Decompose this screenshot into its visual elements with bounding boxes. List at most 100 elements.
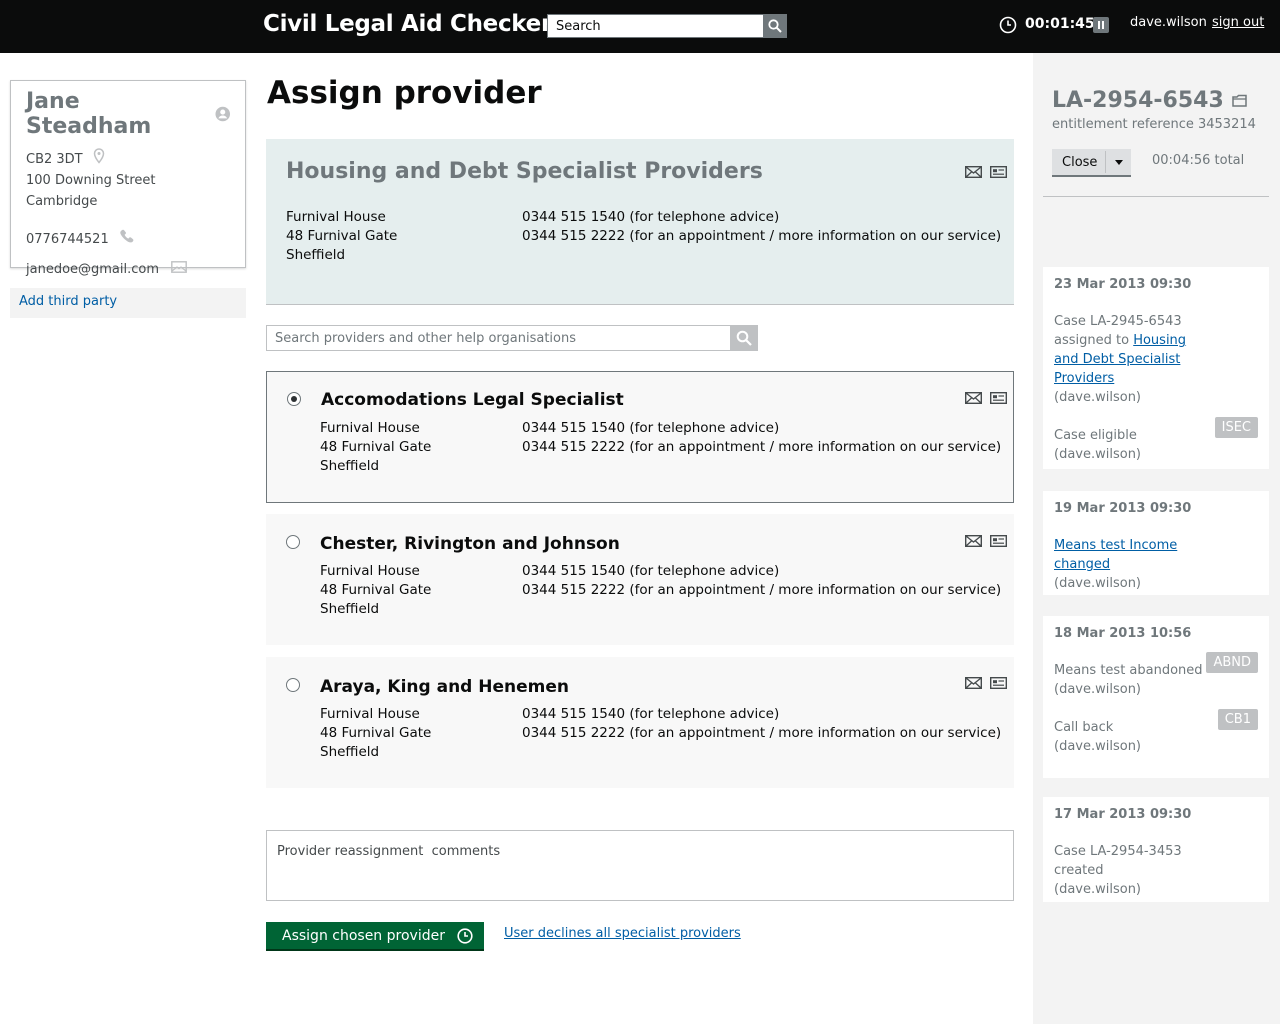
- provider-address: Furnival House 48 Furnival Gate Sheffiel…: [320, 705, 431, 762]
- reassignment-comments-textarea[interactable]: [266, 830, 1014, 901]
- phone-line: 0344 515 1540 (for telephone advice): [522, 706, 780, 722]
- assigned-provider-phones: 0344 515 1540 (for telephone advice) 034…: [522, 208, 1001, 246]
- log-entry: Means test abandoned (dave.wilson) ABND: [1054, 652, 1258, 699]
- folder-icon[interactable]: [1232, 94, 1247, 107]
- phone-icon[interactable]: [119, 228, 137, 244]
- phone-line: 0344 515 2222 (for an appointment / more…: [522, 228, 1002, 244]
- client-street: 100 Downing Street: [26, 173, 156, 188]
- log-entry-user: (dave.wilson): [1054, 447, 1142, 462]
- log-entry-link[interactable]: Means test Income changed: [1054, 538, 1177, 572]
- address-line: Sheffield: [320, 744, 380, 760]
- phone-line: 0344 515 1540 (for telephone advice): [522, 563, 780, 579]
- clock-icon: [999, 16, 1017, 34]
- outcome-code-badge: ABND: [1206, 652, 1258, 673]
- log-date: 23 Mar 2013 09:30: [1054, 277, 1192, 292]
- add-third-party-link[interactable]: Add third party: [10, 288, 246, 318]
- provider-option-accomodations[interactable]: Accomodations Legal Specialist Furnival …: [266, 371, 1014, 503]
- top-header: Civil Legal Aid Checker 00:01:45 dave.wi…: [0, 0, 1280, 53]
- address-line: Furnival House: [320, 420, 420, 436]
- outcome-code-badge: ISEC: [1214, 417, 1258, 438]
- log-entry: Means test Income changed (dave.wilson): [1054, 536, 1258, 593]
- log-entry-text: Case LA-2954-3453 created: [1054, 844, 1182, 878]
- entitlement-reference: entitlement reference 3453214: [1052, 117, 1256, 132]
- email-icon[interactable]: [965, 392, 982, 404]
- provider-search-input[interactable]: [266, 325, 732, 351]
- provider-name: Chester, Rivington and Johnson: [320, 534, 620, 554]
- provider-radio[interactable]: [286, 535, 300, 549]
- provider-name: Accomodations Legal Specialist: [321, 390, 624, 410]
- close-options-dropdown[interactable]: [1105, 151, 1131, 173]
- client-phone: 0776744521: [26, 232, 109, 247]
- global-search-button[interactable]: [763, 14, 787, 38]
- provider-search: [266, 325, 758, 351]
- log-entry-user: (dave.wilson): [1054, 576, 1142, 591]
- provider-option-chester[interactable]: Chester, Rivington and Johnson Furnival …: [266, 514, 1014, 645]
- client-details-card: Jane Steadham CB2 3DT 100 Downing Street…: [10, 80, 246, 277]
- call-timer: 00:01:45: [1025, 16, 1095, 32]
- outcome-code-badge: CB1: [1217, 709, 1258, 730]
- phone-line: 0344 515 2222 (for an appointment / more…: [522, 439, 1002, 455]
- assigned-provider-actions: [965, 166, 1007, 178]
- email-icon[interactable]: [965, 535, 982, 547]
- address-line: 48 Furnival Gate: [320, 582, 432, 598]
- client-email-row: janedoe@gmail.com: [26, 259, 230, 280]
- case-reference: LA-2954-6543: [1052, 88, 1224, 113]
- details-card-icon[interactable]: [990, 392, 1007, 404]
- log-date: 18 Mar 2013 10:56: [1054, 626, 1192, 641]
- map-pin-icon[interactable]: [93, 147, 105, 164]
- global-search: [547, 14, 787, 38]
- client-phone-row: 0776744521: [26, 229, 230, 250]
- provider-address: Furnival House 48 Furnival Gate Sheffiel…: [320, 419, 431, 476]
- log-date: 17 Mar 2013 09:30: [1054, 807, 1192, 822]
- case-log-card: 23 Mar 2013 09:30 Case LA-2945-6543 assi…: [1043, 267, 1269, 469]
- log-entry-user: (dave.wilson): [1054, 390, 1142, 405]
- details-card-icon[interactable]: [990, 677, 1007, 689]
- address-line: Sheffield: [320, 601, 380, 617]
- search-icon: [736, 330, 752, 346]
- provider-name: Araya, King and Henemen: [320, 677, 570, 697]
- clock-icon: [457, 927, 473, 944]
- provider-actions: [965, 535, 1007, 547]
- current-user: dave.wilson: [1130, 15, 1207, 30]
- provider-search-button[interactable]: [730, 325, 758, 351]
- client-postcode: CB2 3DT: [26, 152, 83, 167]
- total-time: 00:04:56 total: [1152, 153, 1245, 168]
- case-log-card: 17 Mar 2013 09:30 Case LA-2954-3453 crea…: [1043, 797, 1269, 902]
- details-card-icon[interactable]: [990, 166, 1007, 178]
- log-entry-user: (dave.wilson): [1054, 739, 1142, 754]
- global-search-input[interactable]: [547, 14, 764, 38]
- app-title[interactable]: Civil Legal Aid Checker: [263, 11, 552, 37]
- log-entry-text: Case eligible: [1054, 428, 1137, 443]
- log-entry: Case eligible (dave.wilson) ISEC: [1054, 417, 1258, 464]
- log-entry: Case LA-2954-3453 created (dave.wilson): [1054, 842, 1258, 899]
- decline-providers-link[interactable]: User declines all specialist providers: [504, 926, 741, 941]
- assigned-provider-panel: Housing and Debt Specialist Providers Fu…: [266, 139, 1014, 305]
- provider-phones: 0344 515 1540 (for telephone advice) 034…: [522, 705, 1001, 743]
- assigned-provider-name: Housing and Debt Specialist Providers: [286, 159, 763, 184]
- sign-out-link[interactable]: sign out: [1212, 15, 1264, 30]
- client-name: Jane Steadham: [26, 89, 152, 139]
- pause-timer-button[interactable]: [1093, 17, 1109, 33]
- email-icon[interactable]: [965, 677, 982, 689]
- provider-radio[interactable]: [286, 678, 300, 692]
- client-postcode-row: CB2 3DT: [26, 147, 230, 170]
- log-entry-user: (dave.wilson): [1054, 682, 1142, 697]
- provider-radio[interactable]: [287, 392, 301, 406]
- log-entry: Call back (dave.wilson) CB1: [1054, 709, 1258, 756]
- person-icon[interactable]: [214, 106, 230, 122]
- email-icon[interactable]: [171, 260, 188, 273]
- log-entry: Case LA-2945-6543 assigned to Housing an…: [1054, 312, 1258, 407]
- address-line: 48 Furnival Gate: [320, 725, 432, 741]
- provider-option-araya[interactable]: Araya, King and Henemen Furnival House 4…: [266, 657, 1014, 788]
- provider-phones: 0344 515 1540 (for telephone advice) 034…: [522, 419, 1001, 457]
- address-line: Sheffield: [320, 458, 380, 474]
- details-card-icon[interactable]: [990, 535, 1007, 547]
- client-name-row: Jane Steadham: [26, 89, 230, 139]
- assign-provider-button[interactable]: Assign chosen provider: [266, 922, 484, 949]
- log-date: 19 Mar 2013 09:30: [1054, 501, 1192, 516]
- log-entry-user: (dave.wilson): [1054, 882, 1142, 897]
- page-title: Assign provider: [267, 75, 542, 111]
- email-icon[interactable]: [965, 166, 982, 178]
- address-line: 48 Furnival Gate: [286, 228, 398, 244]
- address-line: Furnival House: [286, 209, 386, 225]
